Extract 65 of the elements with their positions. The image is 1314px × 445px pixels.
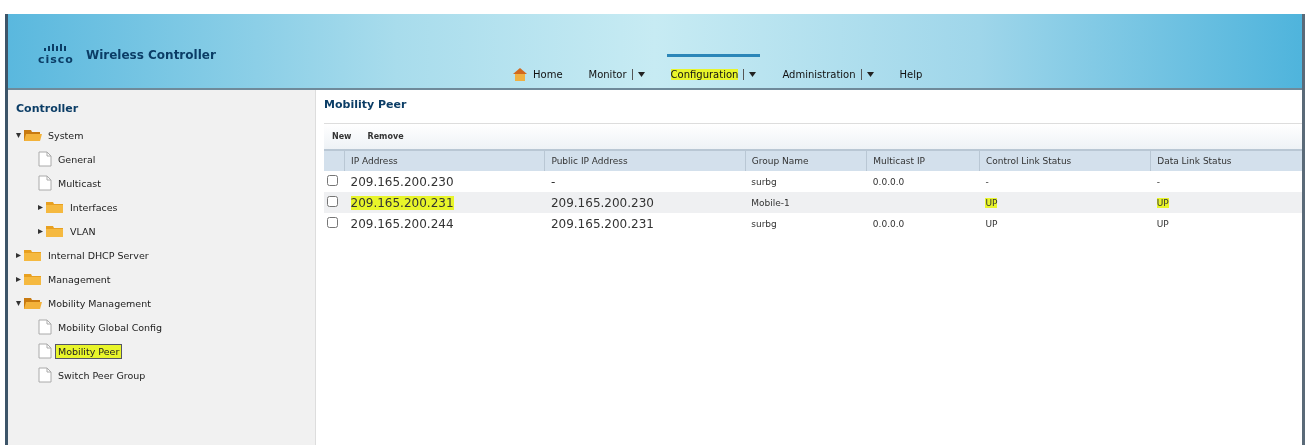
tree-item[interactable]: System: [45, 127, 87, 143]
table-header-cell: [324, 150, 345, 171]
tree-item[interactable]: Multicast: [55, 175, 104, 191]
table-cell: surbg: [751, 218, 777, 229]
page-title: Mobility Peer: [324, 97, 408, 113]
page-icon: [38, 319, 52, 335]
table-cell: 209.165.200.231: [550, 216, 654, 231]
page-icon: [38, 175, 52, 191]
logo-text: cisco: [38, 53, 74, 66]
column-header: Multicast IP: [866, 150, 980, 171]
tree-item[interactable]: Management: [45, 271, 114, 287]
table-cell: surbg: [751, 176, 777, 187]
page-icon: [38, 343, 52, 359]
folder-icon: [24, 272, 42, 286]
tree-item[interactable]: General: [55, 151, 99, 167]
column-header: Control Link Status: [979, 150, 1151, 171]
tree-item[interactable]: Interfaces: [67, 199, 121, 215]
table-cell: UP: [985, 197, 998, 208]
logo-bars-icon: [42, 44, 69, 52]
open-folder-icon: [24, 296, 42, 310]
nav-menu[interactable]: Administration: [778, 54, 878, 84]
table-cell: 209.165.200.230: [550, 195, 654, 210]
page-icon: [38, 151, 52, 167]
table-cell: 209.165.200.244: [350, 216, 454, 231]
tree-item[interactable]: Mobility Peer: [55, 343, 123, 359]
nav-menu[interactable]: Monitor: [584, 54, 649, 84]
folder-icon: [46, 224, 64, 238]
table-cell: 0.0.0.0: [872, 176, 905, 187]
table-cell: UP: [1156, 218, 1169, 229]
table-cell: 0.0.0.0: [872, 218, 905, 229]
table-cell: Mobile-1: [751, 197, 790, 208]
toolbar-button[interactable]: Remove: [363, 128, 408, 145]
tree-item[interactable]: Internal DHCP Server: [45, 247, 152, 263]
open-folder-icon: [24, 128, 42, 142]
table-cell: UP: [985, 218, 998, 229]
folder-icon: [46, 200, 64, 214]
row-checkbox[interactable]: [327, 217, 338, 228]
table-cell: -: [985, 176, 989, 187]
column-header: Public IP Address: [544, 150, 746, 171]
table-cell: -: [550, 174, 556, 189]
house-icon: [512, 67, 528, 81]
dropdown-caret-icon: [637, 71, 645, 77]
column-header: Group Name: [745, 150, 867, 171]
tree-item[interactable]: Mobility Management: [45, 295, 154, 311]
nav-menu[interactable]: Help: [895, 54, 927, 84]
row-checkbox[interactable]: [327, 175, 338, 186]
column-header: Data Link Status: [1150, 150, 1302, 171]
nav-menu[interactable]: Configuration: [666, 54, 761, 84]
sidebar-title: Controller: [15, 101, 80, 117]
nav-menu[interactable]: Home: [508, 54, 567, 84]
table-cell: -: [1156, 176, 1160, 187]
row-checkbox[interactable]: [327, 196, 338, 207]
table-cell: UP: [1156, 197, 1169, 208]
dropdown-caret-icon: [749, 71, 757, 77]
table-cell: 209.165.200.230: [350, 174, 454, 189]
column-header: IP Address: [344, 150, 545, 171]
product-name: Wireless Controller: [85, 48, 216, 62]
tree-item[interactable]: Switch Peer Group: [55, 367, 149, 383]
folder-icon: [24, 248, 42, 262]
dropdown-caret-icon: [866, 71, 874, 77]
toolbar-button[interactable]: New: [328, 128, 356, 145]
tree-item[interactable]: Mobility Global Config: [55, 319, 166, 335]
table-cell: 209.165.200.231: [350, 195, 454, 210]
tree-item[interactable]: VLAN: [67, 223, 99, 239]
page-icon: [38, 367, 52, 383]
